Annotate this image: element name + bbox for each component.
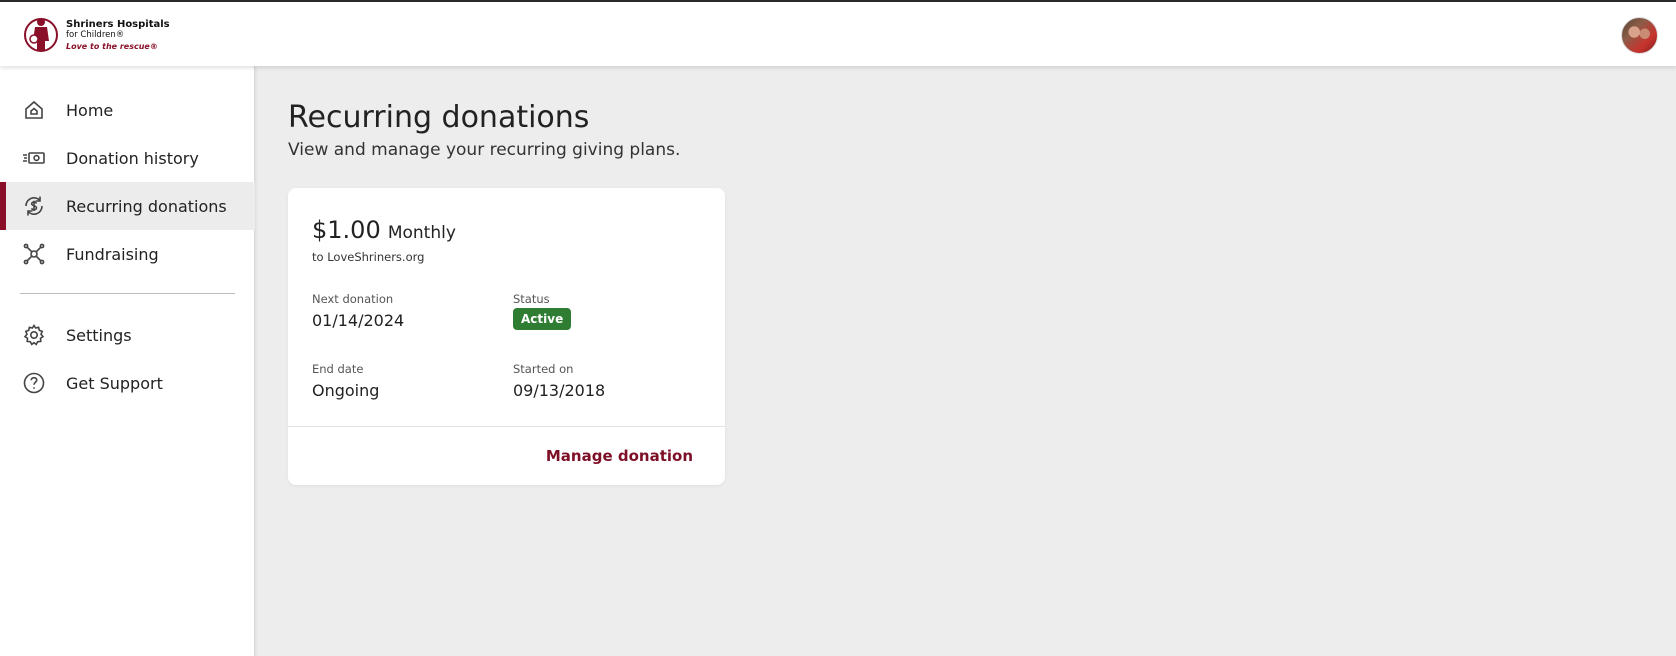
started-on-label: Started on bbox=[513, 362, 574, 376]
sidebar-item-donation-history[interactable]: Donation history bbox=[0, 134, 255, 182]
donation-amount-row: $1.00 Monthly bbox=[312, 216, 456, 244]
sidebar-item-label: Home bbox=[66, 100, 114, 120]
donation-amount: $1.00 bbox=[312, 216, 381, 244]
home-icon bbox=[25, 100, 43, 119]
logo-tagline: Love to the rescue® bbox=[66, 41, 158, 51]
next-donation-value: 01/14/2024 bbox=[312, 311, 405, 330]
money-icon bbox=[23, 152, 45, 164]
logo-line-1: Shriners Hospitals bbox=[66, 18, 170, 30]
end-date-value: Ongoing bbox=[312, 381, 380, 400]
next-donation-label: Next donation bbox=[312, 292, 394, 306]
sidebar-item-label: Donation history bbox=[66, 148, 199, 168]
sidebar-item-settings[interactable]: Settings bbox=[0, 311, 255, 359]
sidebar-item-label: Recurring donations bbox=[66, 196, 227, 216]
shriners-logo[interactable]: Shriners Hospitals for Children® Love to… bbox=[24, 12, 170, 58]
donation-frequency: Monthly bbox=[387, 223, 456, 243]
recurring-dollar-icon bbox=[25, 196, 43, 216]
sidebar-item-label: Fundraising bbox=[66, 244, 159, 264]
top-bar: Shriners Hospitals for Children® Love to… bbox=[0, 0, 1676, 66]
page-subtitle: View and manage your recurring giving pl… bbox=[288, 140, 681, 160]
donation-recipient: to LoveShriners.org bbox=[312, 250, 425, 264]
sidebar-item-label: Settings bbox=[66, 325, 132, 345]
logo-line-2: for Children® bbox=[66, 29, 125, 40]
sidebar-item-recurring-donations[interactable]: Recurring donations bbox=[0, 182, 255, 230]
recurring-donation-card: $1.00 Monthly to LoveShriners.org Next d… bbox=[288, 188, 725, 485]
sidebar-secondary-nav: Settings Get Support bbox=[0, 311, 255, 407]
fundraising-icon bbox=[23, 243, 45, 265]
card-divider bbox=[288, 426, 725, 427]
sidebar-item-home[interactable]: Home bbox=[0, 86, 255, 134]
sidebar-item-label: Get Support bbox=[66, 373, 163, 393]
sidebar-primary-nav: Home Donation history Recurring donation… bbox=[0, 86, 255, 278]
sidebar-item-get-support[interactable]: Get Support bbox=[0, 359, 255, 407]
user-avatar[interactable] bbox=[1621, 17, 1658, 54]
sidebar-divider bbox=[20, 293, 235, 294]
sidebar: Home Donation history Recurring donation… bbox=[0, 66, 255, 656]
help-icon bbox=[23, 372, 45, 394]
end-date-label: End date bbox=[312, 362, 364, 376]
status-label: Status bbox=[513, 292, 550, 306]
status-badge: Active bbox=[513, 308, 572, 330]
sidebar-item-fundraising[interactable]: Fundraising bbox=[0, 230, 255, 278]
gear-icon bbox=[23, 324, 45, 346]
logo-emblem-icon bbox=[24, 18, 58, 52]
manage-donation-link[interactable]: Manage donation bbox=[546, 447, 693, 465]
started-on-value: 09/13/2018 bbox=[513, 381, 606, 400]
page-title: Recurring donations bbox=[288, 100, 590, 135]
